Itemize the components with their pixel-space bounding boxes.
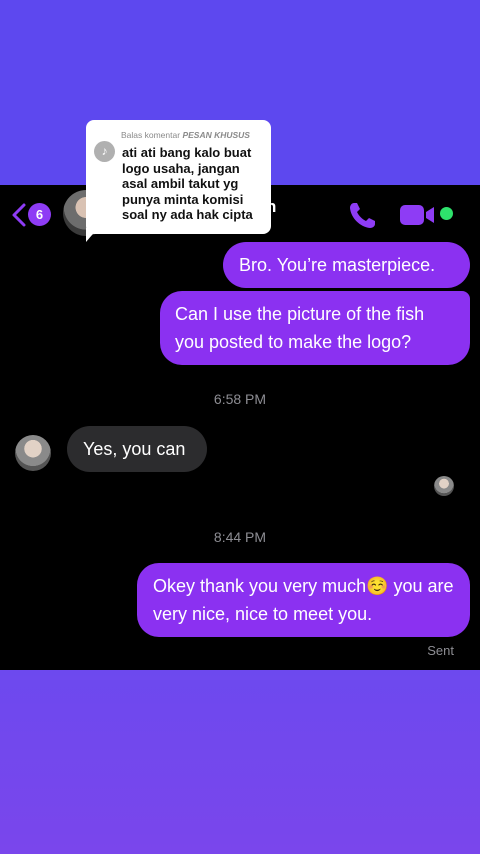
read-receipt-avatar [434,476,454,496]
timestamp: 8:44 PM [213,529,267,545]
unread-count-badge: 6 [28,203,51,226]
chat-screen: 6 n Bro. You’re masterpiece. Can I use t… [0,185,480,670]
back-chevron-icon[interactable] [9,202,29,228]
message-outgoing[interactable]: Okey thank you very much☺️ you are very … [137,563,470,637]
online-indicator [440,207,453,220]
message-text: Can I use the picture of the fish you po… [175,304,425,352]
comment-reply-card: Balas komentar PESAN KHUSUS ♪ ati ati ba… [86,120,271,234]
bottom-background [0,670,480,854]
comment-text: ati ati bang kalo buat logo usaha, janga… [122,145,253,222]
message-outgoing[interactable]: Can I use the picture of the fish you po… [160,291,470,365]
message-text: Okey thank you very much☺️ you are very … [153,576,454,624]
tiktok-icon: ♪ [94,141,115,162]
video-camera-icon[interactable] [399,202,439,228]
message-incoming[interactable]: Yes, you can [67,426,207,472]
message-text: Bro. You’re masterpiece. [239,255,436,275]
phone-icon[interactable] [346,200,378,232]
comment-card-header: Balas komentar PESAN KHUSUS [121,130,250,140]
contact-avatar-small[interactable] [15,435,51,471]
message-outgoing[interactable]: Bro. You’re masterpiece. [223,242,470,288]
message-text: Yes, you can [83,439,186,459]
timestamp: 6:58 PM [213,391,267,407]
message-status: Sent [427,643,454,658]
